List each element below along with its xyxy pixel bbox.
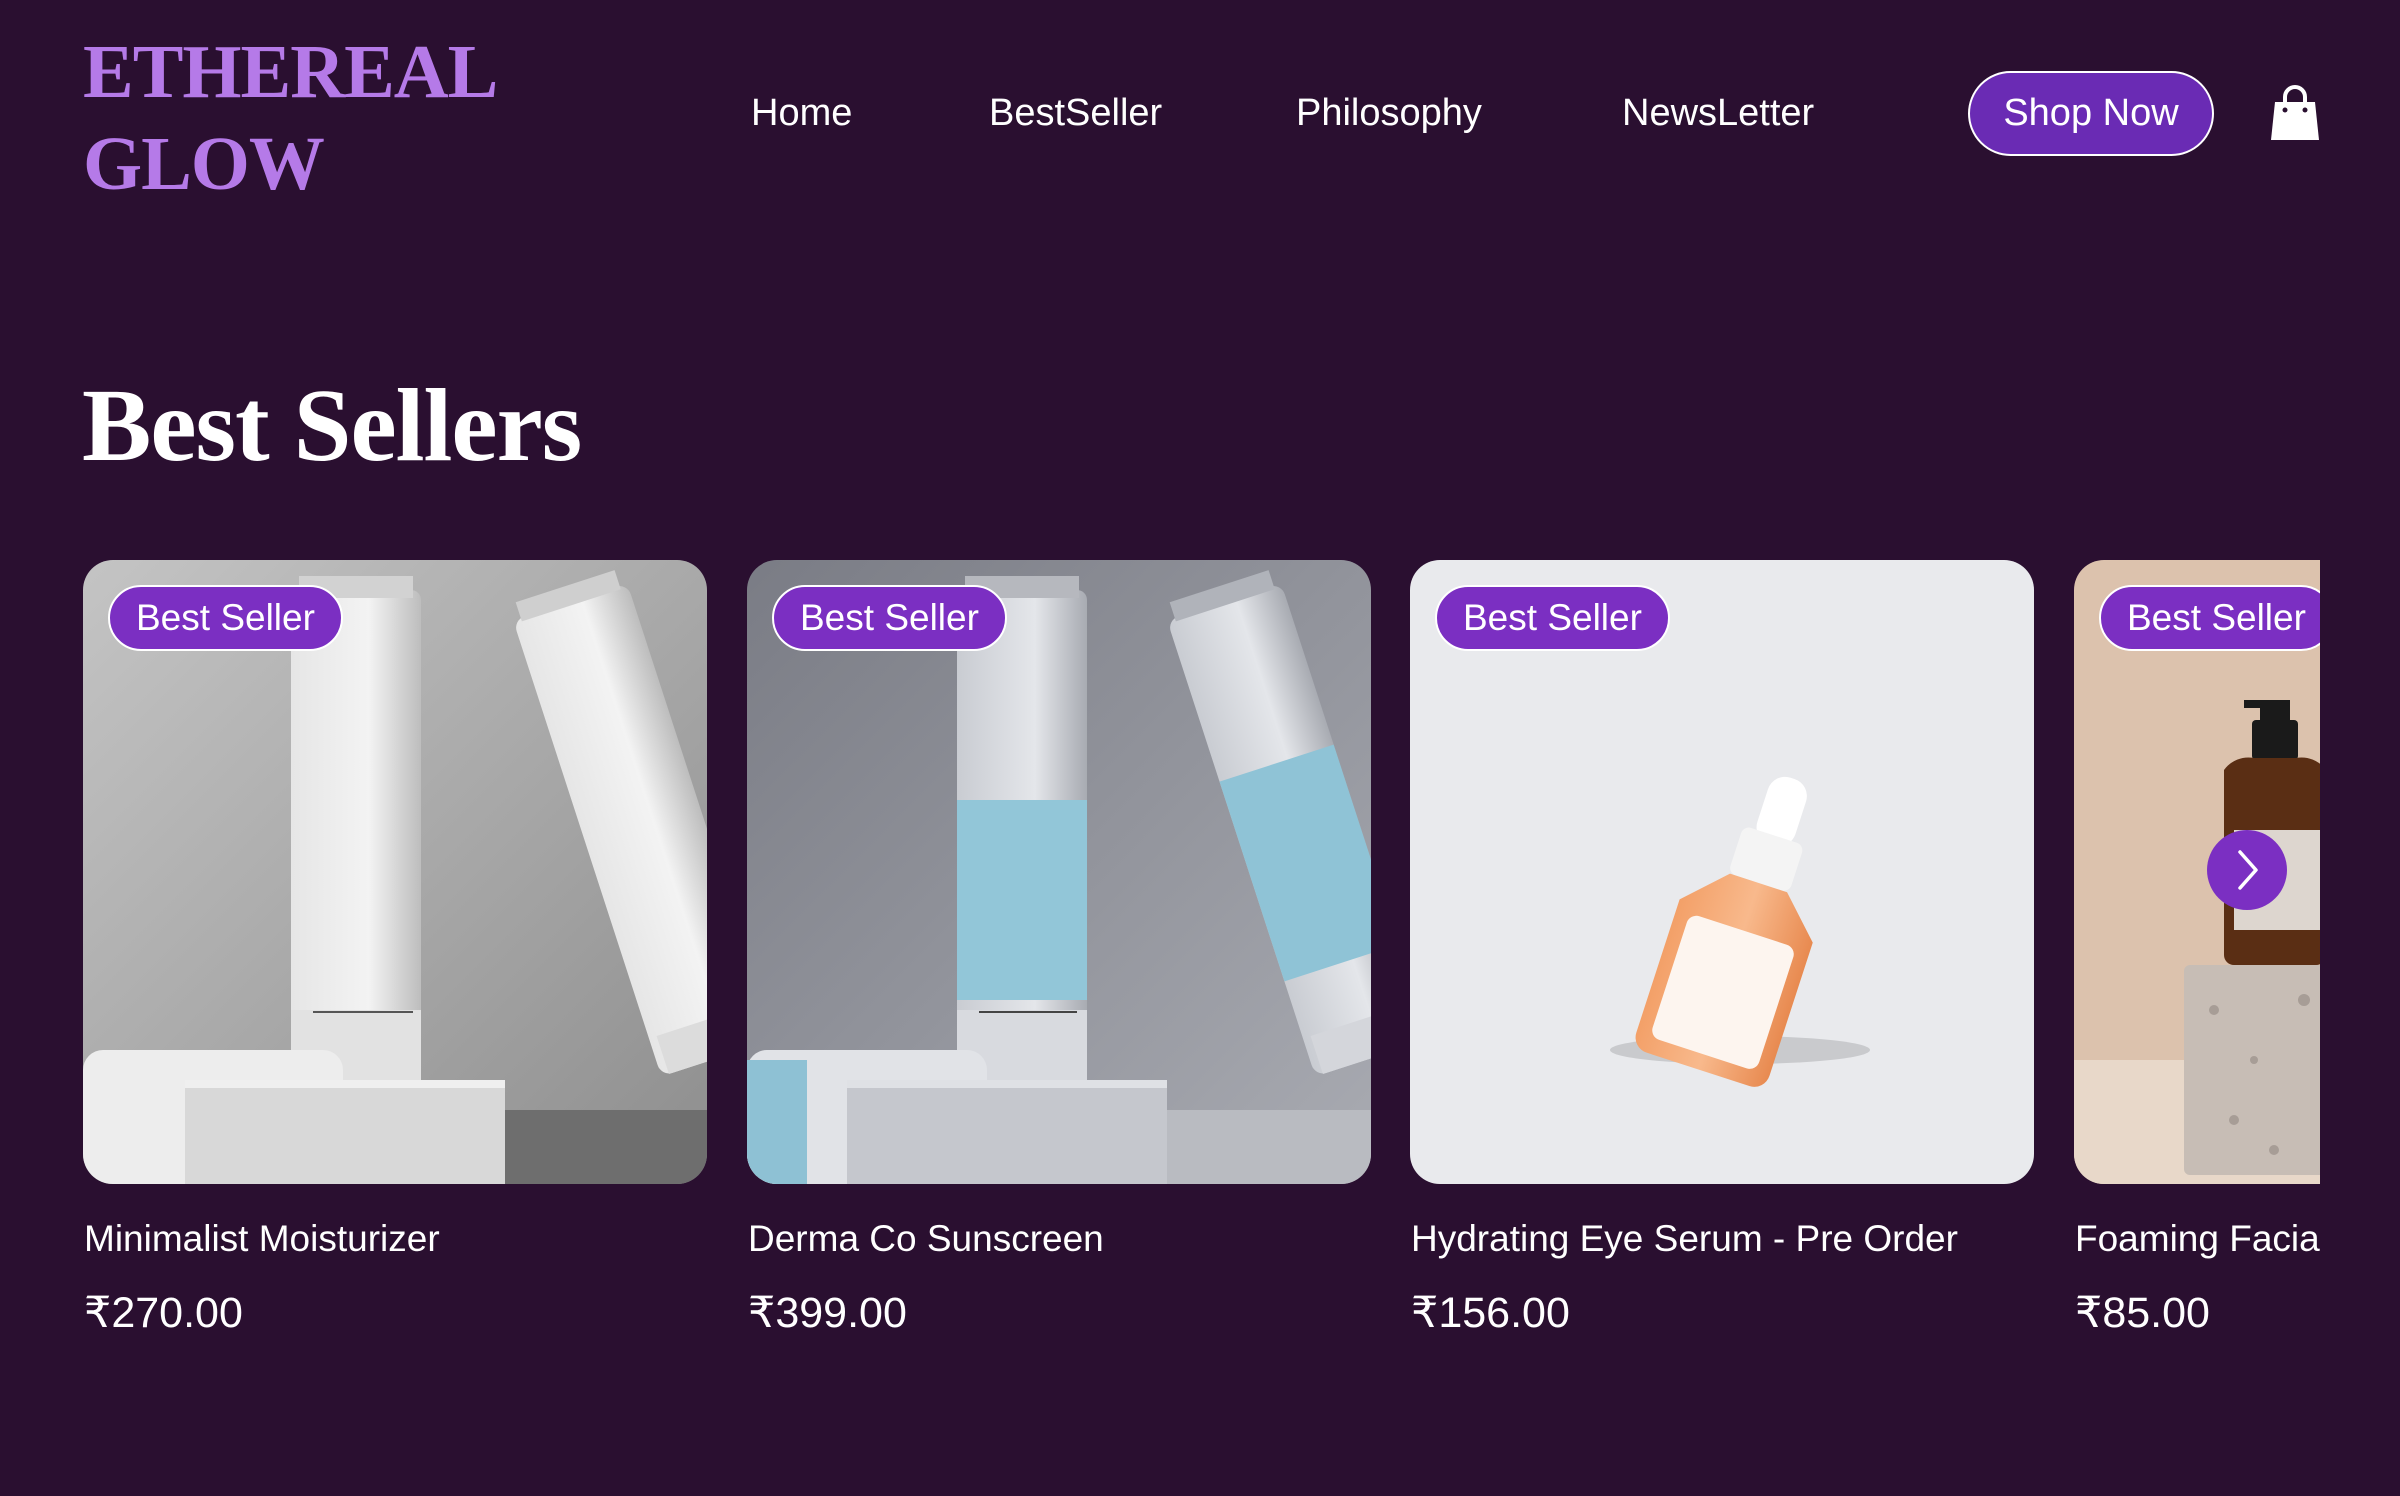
product-image: Best Seller bbox=[1410, 560, 2034, 1184]
product-carousel: Best Seller Minimalist Moisturizer ₹270.… bbox=[83, 560, 2320, 1360]
best-seller-badge: Best Seller bbox=[1435, 585, 1670, 651]
nav-philosophy[interactable]: Philosophy bbox=[1296, 88, 1482, 138]
shopping-bag-icon[interactable] bbox=[2270, 84, 2320, 142]
product-card[interactable]: Best Seller Derma Co Sunscreen ₹399.00 bbox=[747, 560, 1371, 1337]
product-image: Best Seller bbox=[83, 560, 707, 1184]
best-seller-badge: Best Seller bbox=[772, 585, 1007, 651]
product-name[interactable]: Foaming Facial Cleanser bbox=[2075, 1218, 2320, 1260]
product-card[interactable]: Best Seller Hydrating Eye Serum - Pre Or… bbox=[1410, 560, 2034, 1337]
product-image: Best Seller bbox=[747, 560, 1371, 1184]
product-price: ₹85.00 bbox=[2075, 1289, 2210, 1337]
product-name[interactable]: Hydrating Eye Serum - Pre Order bbox=[1411, 1218, 1958, 1260]
product-name[interactable]: Minimalist Moisturizer bbox=[84, 1218, 440, 1260]
carousel-next-button[interactable] bbox=[2207, 830, 2287, 910]
best-seller-badge: Best Seller bbox=[108, 585, 343, 651]
product-price: ₹399.00 bbox=[748, 1289, 907, 1337]
product-name[interactable]: Derma Co Sunscreen bbox=[748, 1218, 1104, 1260]
nav-home[interactable]: Home bbox=[751, 88, 852, 138]
nav-bestseller[interactable]: BestSeller bbox=[989, 88, 1162, 138]
shop-now-button[interactable]: Shop Now bbox=[1968, 71, 2214, 156]
product-card[interactable]: Best Seller Minimalist Moisturizer ₹270.… bbox=[83, 560, 707, 1337]
nav-newsletter[interactable]: NewsLetter bbox=[1622, 88, 1814, 138]
chevron-right-icon bbox=[2232, 848, 2262, 892]
best-seller-badge: Best Seller bbox=[2099, 585, 2320, 651]
section-title: Best Sellers bbox=[82, 368, 582, 483]
product-price: ₹270.00 bbox=[84, 1289, 243, 1337]
product-price: ₹156.00 bbox=[1411, 1289, 1570, 1337]
